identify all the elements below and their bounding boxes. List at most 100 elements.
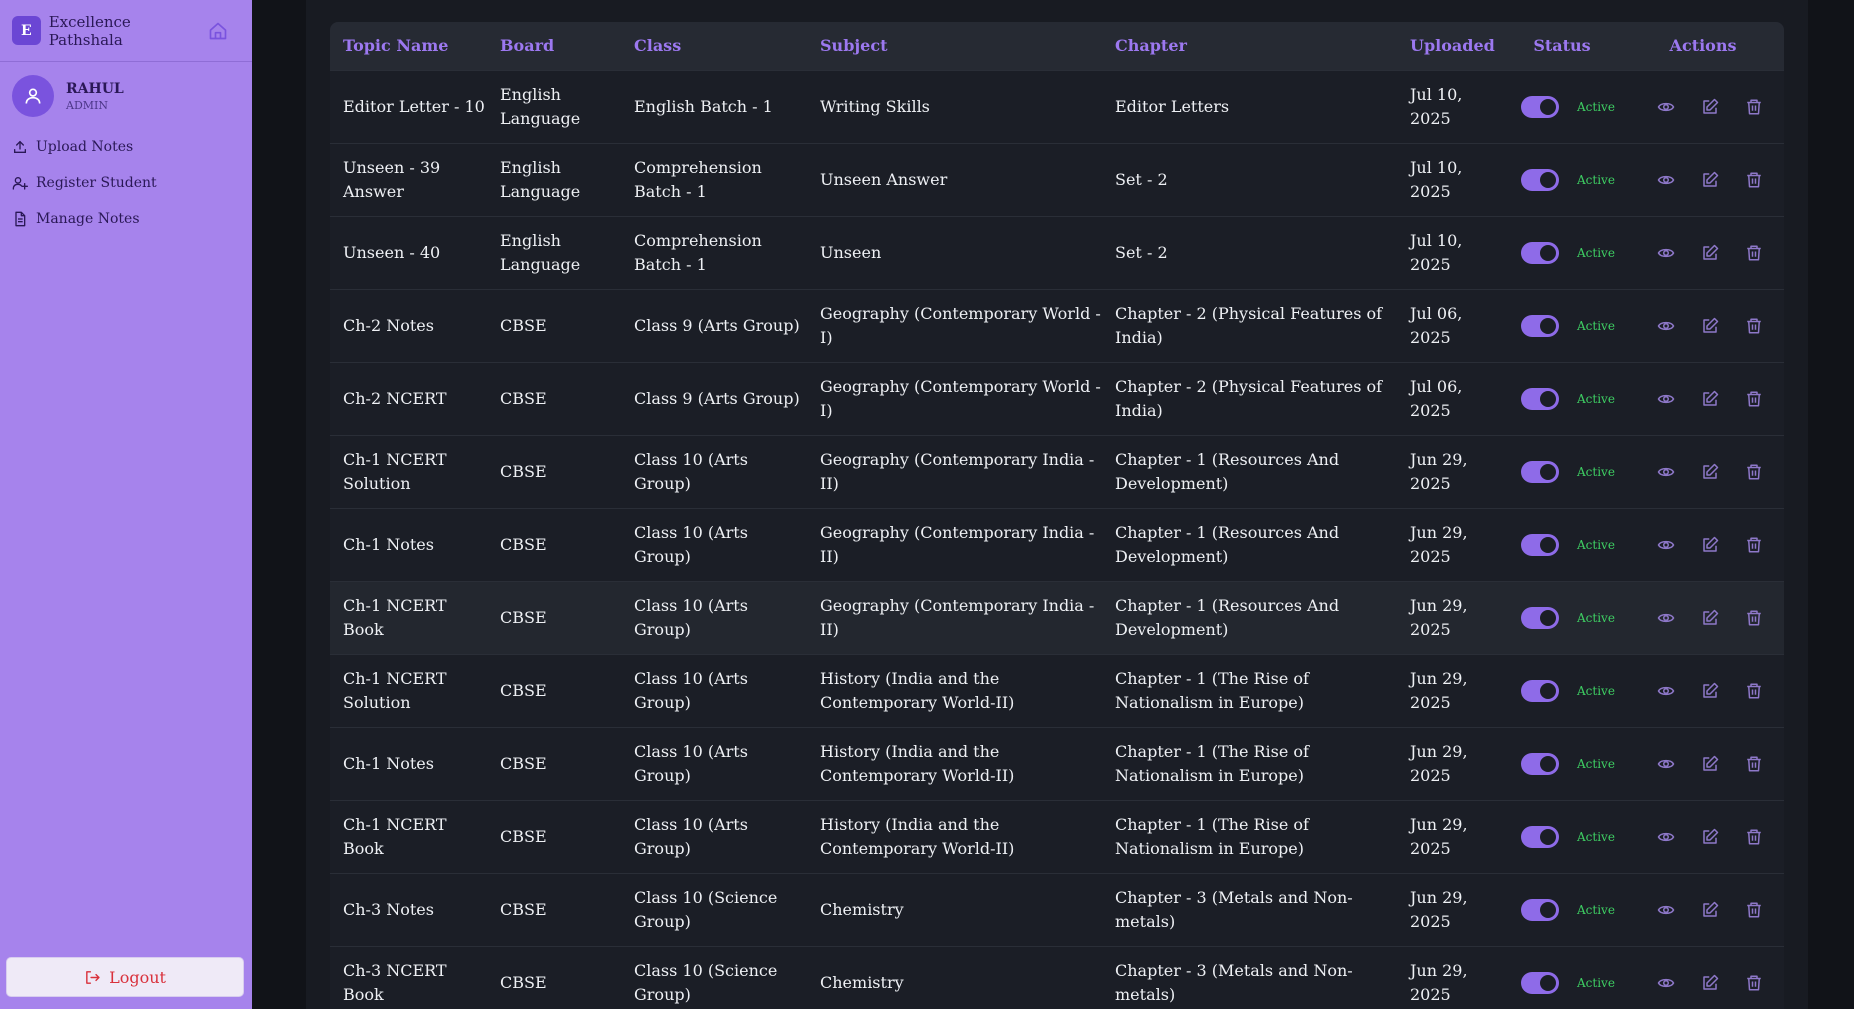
cell-board: CBSE <box>500 826 547 846</box>
notes-table: Topic Name Board Class Subject Chapter U… <box>330 22 1784 1009</box>
status-toggle[interactable] <box>1521 606 1559 629</box>
edit-icon[interactable] <box>1701 390 1719 408</box>
delete-icon[interactable] <box>1745 171 1763 189</box>
cell-subject: Geography (Contemporary World - I) <box>820 376 1101 420</box>
column-header[interactable]: Topic Name <box>330 22 487 70</box>
view-icon[interactable] <box>1657 901 1675 919</box>
document-icon <box>15 211 26 227</box>
view-icon[interactable] <box>1657 609 1675 627</box>
edit-icon[interactable] <box>1701 463 1719 481</box>
notes-table-container: Topic Name Board Class Subject Chapter U… <box>330 22 1784 1009</box>
status-toggle[interactable] <box>1521 533 1559 556</box>
table-row[interactable]: Ch-3 Notes CBSE Class 10 (Science Group) Ch… <box>330 873 1784 946</box>
edit-icon[interactable] <box>1701 536 1719 554</box>
status-toggle[interactable] <box>1521 752 1559 775</box>
view-icon[interactable] <box>1657 390 1675 408</box>
delete-icon[interactable] <box>1745 390 1763 408</box>
edit-icon[interactable] <box>1701 974 1719 992</box>
delete-icon[interactable] <box>1745 755 1763 773</box>
status-toggle[interactable] <box>1521 679 1559 702</box>
delete-icon[interactable] <box>1745 244 1763 262</box>
delete-icon[interactable] <box>1745 901 1763 919</box>
cell-class: Class 10 (Science Group) <box>634 960 778 1004</box>
status-toggle[interactable] <box>1521 314 1559 337</box>
edit-icon[interactable] <box>1701 682 1719 700</box>
cell-uploaded: Jun 29, 2025 <box>1410 449 1468 493</box>
cell-topic: Ch-1 NCERT Solution <box>343 668 447 712</box>
status-toggle[interactable] <box>1521 241 1559 264</box>
column-header[interactable]: Board <box>487 22 621 70</box>
status-toggle[interactable] <box>1521 387 1559 410</box>
table-row[interactable]: Ch-1 Notes CBSE Class 10 (Arts Group) Geogr… <box>330 508 1784 581</box>
edit-icon[interactable] <box>1701 98 1719 116</box>
sidebar-nav: Upload Notes Register Student Manage Not… <box>0 129 252 237</box>
view-icon[interactable] <box>1657 317 1675 335</box>
sidebar-item-label: Manage Notes <box>36 211 140 227</box>
view-icon[interactable] <box>1657 682 1675 700</box>
table-row[interactable]: Editor Letter - 10 English Language Englis… <box>330 70 1784 143</box>
table-row[interactable]: Ch-3 NCERT Book CBSE Class 10 (Science Gro… <box>330 946 1784 1009</box>
view-icon[interactable] <box>1657 755 1675 773</box>
status-toggle[interactable] <box>1521 460 1559 483</box>
cell-actions <box>1622 654 1784 727</box>
cell-subject: History (India and the Contemporary Worl… <box>820 814 1015 858</box>
cell-actions <box>1622 289 1784 362</box>
table-row[interactable]: Ch-2 NCERT CBSE Class 9 (Arts Group) Geogra… <box>330 362 1784 435</box>
delete-icon[interactable] <box>1745 609 1763 627</box>
table-row[interactable]: Unseen - 39 Answer English Language Compre… <box>330 143 1784 216</box>
view-icon[interactable] <box>1657 828 1675 846</box>
cell-uploaded: Jun 29, 2025 <box>1410 960 1468 1004</box>
view-icon[interactable] <box>1657 98 1675 116</box>
column-header[interactable]: Subject <box>807 22 1102 70</box>
cell-uploaded: Jun 29, 2025 <box>1410 887 1468 931</box>
column-header[interactable]: Status <box>1502 22 1622 70</box>
view-icon[interactable] <box>1657 244 1675 262</box>
table-row[interactable]: Ch-1 NCERT Solution CBSE Class 10 (Arts Gr… <box>330 654 1784 727</box>
delete-icon[interactable] <box>1745 463 1763 481</box>
edit-icon[interactable] <box>1701 171 1719 189</box>
table-row[interactable]: Ch-1 NCERT Solution CBSE Class 10 (Arts Gr… <box>330 435 1784 508</box>
logout-button[interactable]: Logout <box>6 957 244 997</box>
table-row[interactable]: Ch-1 Notes CBSE Class 10 (Arts Group) Histo… <box>330 727 1784 800</box>
table-row[interactable]: Ch-1 NCERT Book CBSE Class 10 (Arts Group)… <box>330 581 1784 654</box>
status-badge: Active <box>1577 756 1615 771</box>
edit-icon[interactable] <box>1701 317 1719 335</box>
delete-icon[interactable] <box>1745 536 1763 554</box>
column-header[interactable]: Chapter <box>1102 22 1397 70</box>
cell-class: Class 10 (Science Group) <box>634 887 778 931</box>
sidebar-item-upload-notes[interactable]: Upload Notes <box>12 129 240 165</box>
column-header[interactable]: Uploaded <box>1397 22 1502 70</box>
status-toggle[interactable] <box>1521 825 1559 848</box>
edit-icon[interactable] <box>1701 609 1719 627</box>
sidebar-item-register-student[interactable]: Register Student <box>12 165 240 201</box>
cell-topic: Ch-2 Notes <box>343 315 434 335</box>
edit-icon[interactable] <box>1701 901 1719 919</box>
delete-icon[interactable] <box>1745 98 1763 116</box>
home-icon[interactable] <box>208 21 228 41</box>
cell-board: English Language <box>500 230 581 274</box>
edit-icon[interactable] <box>1701 755 1719 773</box>
view-icon[interactable] <box>1657 974 1675 992</box>
view-icon[interactable] <box>1657 171 1675 189</box>
column-header[interactable]: Class <box>621 22 807 70</box>
status-toggle[interactable] <box>1521 168 1559 191</box>
sidebar-item-manage-notes[interactable]: Manage Notes <box>12 201 240 237</box>
delete-icon[interactable] <box>1745 974 1763 992</box>
delete-icon[interactable] <box>1745 682 1763 700</box>
delete-icon[interactable] <box>1745 317 1763 335</box>
table-row[interactable]: Ch-2 Notes CBSE Class 9 (Arts Group) Geogra… <box>330 289 1784 362</box>
cell-subject: Geography (Contemporary World - I) <box>820 303 1101 347</box>
edit-icon[interactable] <box>1701 828 1719 846</box>
view-icon[interactable] <box>1657 536 1675 554</box>
status-toggle[interactable] <box>1521 971 1559 994</box>
edit-icon[interactable] <box>1701 244 1719 262</box>
status-toggle[interactable] <box>1521 898 1559 921</box>
status-toggle[interactable] <box>1521 95 1559 118</box>
table-row[interactable]: Ch-1 NCERT Book CBSE Class 10 (Arts Group)… <box>330 800 1784 873</box>
cell-class: Class 10 (Arts Group) <box>634 595 748 639</box>
user-plus-icon <box>12 177 28 190</box>
status-badge: Active <box>1577 537 1615 552</box>
delete-icon[interactable] <box>1745 828 1763 846</box>
view-icon[interactable] <box>1657 463 1675 481</box>
table-row[interactable]: Unseen - 40 English Language Comprehension… <box>330 216 1784 289</box>
